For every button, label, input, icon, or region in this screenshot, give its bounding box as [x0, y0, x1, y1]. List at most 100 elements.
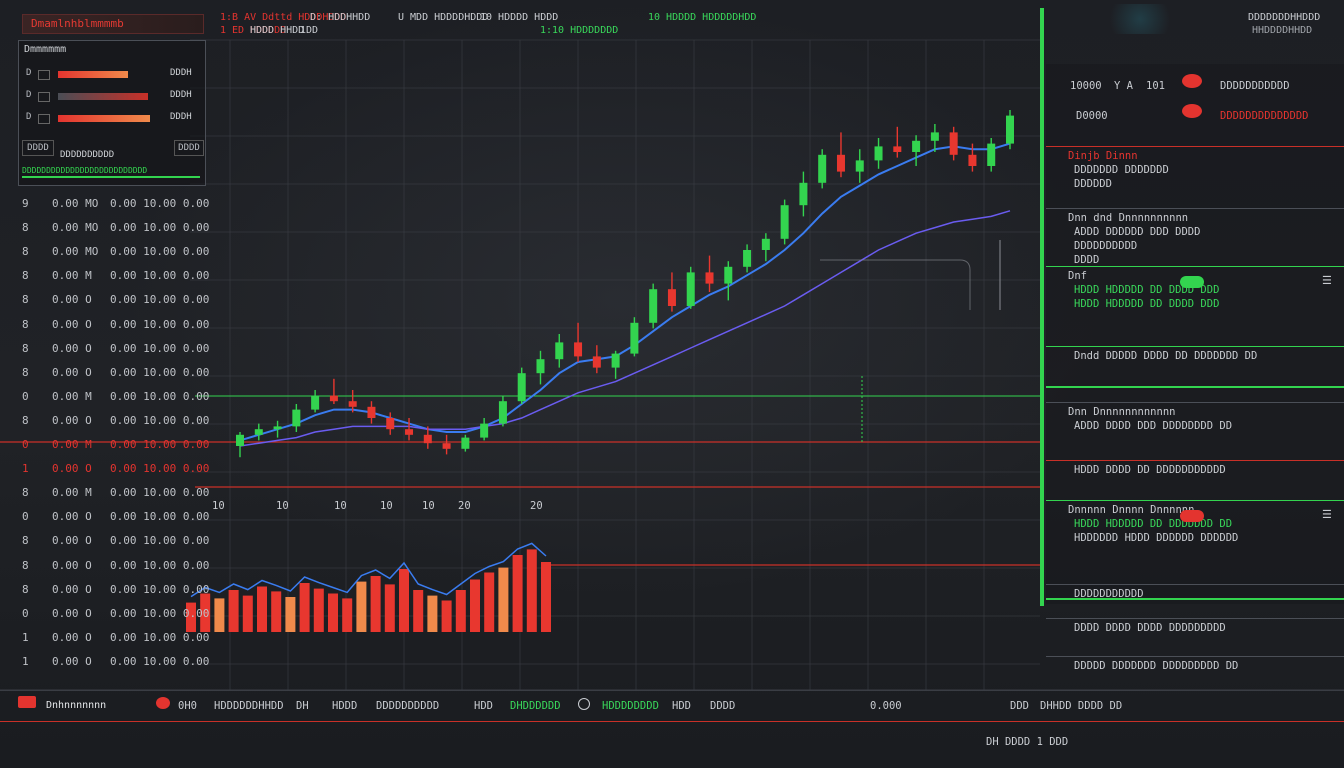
rp-divider [1046, 266, 1344, 267]
rp-divider [1046, 146, 1344, 147]
order-book-footer-left[interactable]: DDDD [22, 140, 54, 156]
candle-body [705, 272, 714, 284]
header-stat-label: D: [310, 12, 323, 23]
price-row-detail: 0.00 10.00 0.00 [110, 365, 210, 379]
candle-body [311, 395, 320, 410]
price-row-index: 0 [22, 606, 29, 620]
order-book-depth-bar [58, 115, 150, 122]
bottom-bar-item[interactable]: 0H0 [178, 700, 197, 712]
candle-body [442, 443, 451, 449]
header-stat-1: D: HDDHHDD [310, 12, 370, 23]
price-row-value: 0.00 M [52, 486, 92, 500]
price-row-detail: 0.00 10.00 0.00 [110, 462, 210, 476]
price-row-index: 9 [22, 197, 29, 210]
bottom-bar-item[interactable]: DH [296, 700, 309, 712]
bottom-bar-item[interactable]: HDD [474, 700, 493, 712]
rp-section-title: Dnn dnd Dnnnnnnnnnn [1068, 212, 1189, 224]
bottom-bar-item[interactable]: DDDDDDDDDD [376, 700, 439, 712]
expand-icon[interactable]: ☰ [1322, 508, 1332, 521]
price-row-index: 8 [22, 558, 29, 572]
price-row-value: 0.00 O [52, 534, 92, 548]
candle-body [611, 353, 620, 368]
volume-bar [427, 595, 438, 632]
price-row-index: 8 [22, 245, 29, 259]
price-row-detail: 0.00 10.00 0.00 [110, 221, 210, 235]
header-stat-value: U MDD HDDDDHDDD [398, 12, 489, 23]
price-row-detail: 0.00 10.00 0.00 [110, 534, 210, 548]
network-glow-icon [1100, 4, 1180, 34]
bottom-bar-item[interactable]: 0.000 [870, 700, 902, 712]
bottom-bar-item[interactable]: DHDDDDDD [510, 700, 561, 712]
rp-section-title: Dnf [1068, 270, 1087, 282]
rp-row: DDDD DDDD DDDD DDDDDDDDD [1074, 622, 1226, 634]
candle-body [949, 132, 958, 155]
order-book-footer-right[interactable]: DDDD [174, 140, 204, 156]
x-tick: 10 [422, 500, 435, 512]
bottom-bar-item[interactable]: DHHDD DDDD DD [1040, 700, 1122, 712]
order-book-footer-bar: DDDDDDDDDDDDDDDDDDDDDDDDDD [22, 166, 200, 178]
record-icon[interactable] [18, 696, 36, 708]
candle-body [855, 160, 864, 172]
alert-icon[interactable] [1182, 104, 1202, 118]
price-row-index: 8 [22, 221, 29, 235]
candle-body [912, 140, 921, 152]
app-title[interactable]: Dmamlnhblmmmmb [22, 14, 204, 34]
overlay-lines [820, 240, 1001, 442]
order-book-row-icon [38, 70, 50, 80]
alert-dot-icon[interactable] [156, 697, 170, 709]
price-row-value: 0.00 O [52, 630, 92, 644]
price-row-detail: 0.00 10.00 0.00 [110, 486, 210, 500]
candle-body [667, 289, 676, 306]
order-book-footer-mid: DDDDDDDDDD [60, 150, 115, 160]
price-row-value: 0.00 O [52, 293, 92, 307]
bottom-bar-item[interactable]: DDD [1010, 700, 1029, 712]
clock-icon[interactable] [578, 698, 590, 710]
candle-body [968, 154, 977, 166]
candle-body [329, 395, 338, 402]
candle-body [818, 154, 827, 183]
order-book-row-label: D [26, 90, 32, 100]
candle-body [686, 272, 695, 306]
rp-divider [1046, 584, 1344, 585]
price-row-value: 0.00 O [52, 558, 92, 572]
order-book-row-value: DDDH [170, 90, 192, 100]
header-stat-3: 10 HDDDD HDDD [480, 12, 558, 23]
header-stat-value: 10 HDDDD HDDD [480, 12, 559, 23]
price-row-index: 8 [22, 293, 29, 307]
volume-bar [399, 569, 409, 632]
price-row-detail: 0.00 10.00 0.00 [110, 606, 210, 620]
price-row-value: 0.00 M [52, 269, 92, 283]
price-row-detail: 0.00 10.00 0.00 [110, 630, 210, 644]
price-row-detail: 0.00 10.00 0.00 [110, 558, 210, 572]
price-row-value: 0.00 O [52, 582, 92, 596]
status-pill-icon[interactable] [1180, 276, 1204, 288]
price-row-detail: 0.00 10.00 0.00 [110, 293, 210, 307]
price-row-index: 0 [22, 389, 29, 403]
candle-body [386, 418, 395, 430]
header-stat-value: HDDHHDD [328, 12, 371, 23]
price-row-detail: 0.00 10.00 0.00 [110, 317, 210, 331]
rp-divider [1046, 656, 1344, 657]
bottom-bar-item[interactable]: HDD [672, 700, 691, 712]
alert-icon[interactable] [1182, 74, 1202, 88]
x-tick: 10 [334, 500, 347, 512]
volume-bar [526, 549, 537, 632]
bottom-bar-item[interactable]: DDDD [710, 700, 735, 712]
volume-bar [228, 590, 239, 632]
volume-bar [455, 590, 466, 632]
bottom-bar-item[interactable]: HDDDDDDHHDD [214, 700, 284, 712]
candle-body [498, 401, 507, 424]
rp-row: HDDD DDDD DD DDDDDDDDDDD [1074, 464, 1226, 476]
volume-bar [214, 598, 225, 632]
candle-body [236, 434, 244, 446]
price-row-detail: 0.00 10.00 0.00 [110, 654, 210, 668]
volume-bar [470, 579, 480, 632]
rp-header-c: 101 [1146, 80, 1165, 92]
status-pill-icon[interactable] [1180, 510, 1204, 522]
rp-row: HDDDDDD HDDD DDDDDD DDDDDD [1074, 532, 1239, 544]
rp-divider [1046, 618, 1344, 619]
bottom-bar-item[interactable]: HDDD [332, 700, 357, 712]
bottom-bar-item[interactable]: HDDDDDDDD [602, 700, 659, 712]
order-book-row-icon [38, 114, 50, 124]
expand-icon[interactable]: ☰ [1322, 274, 1332, 287]
